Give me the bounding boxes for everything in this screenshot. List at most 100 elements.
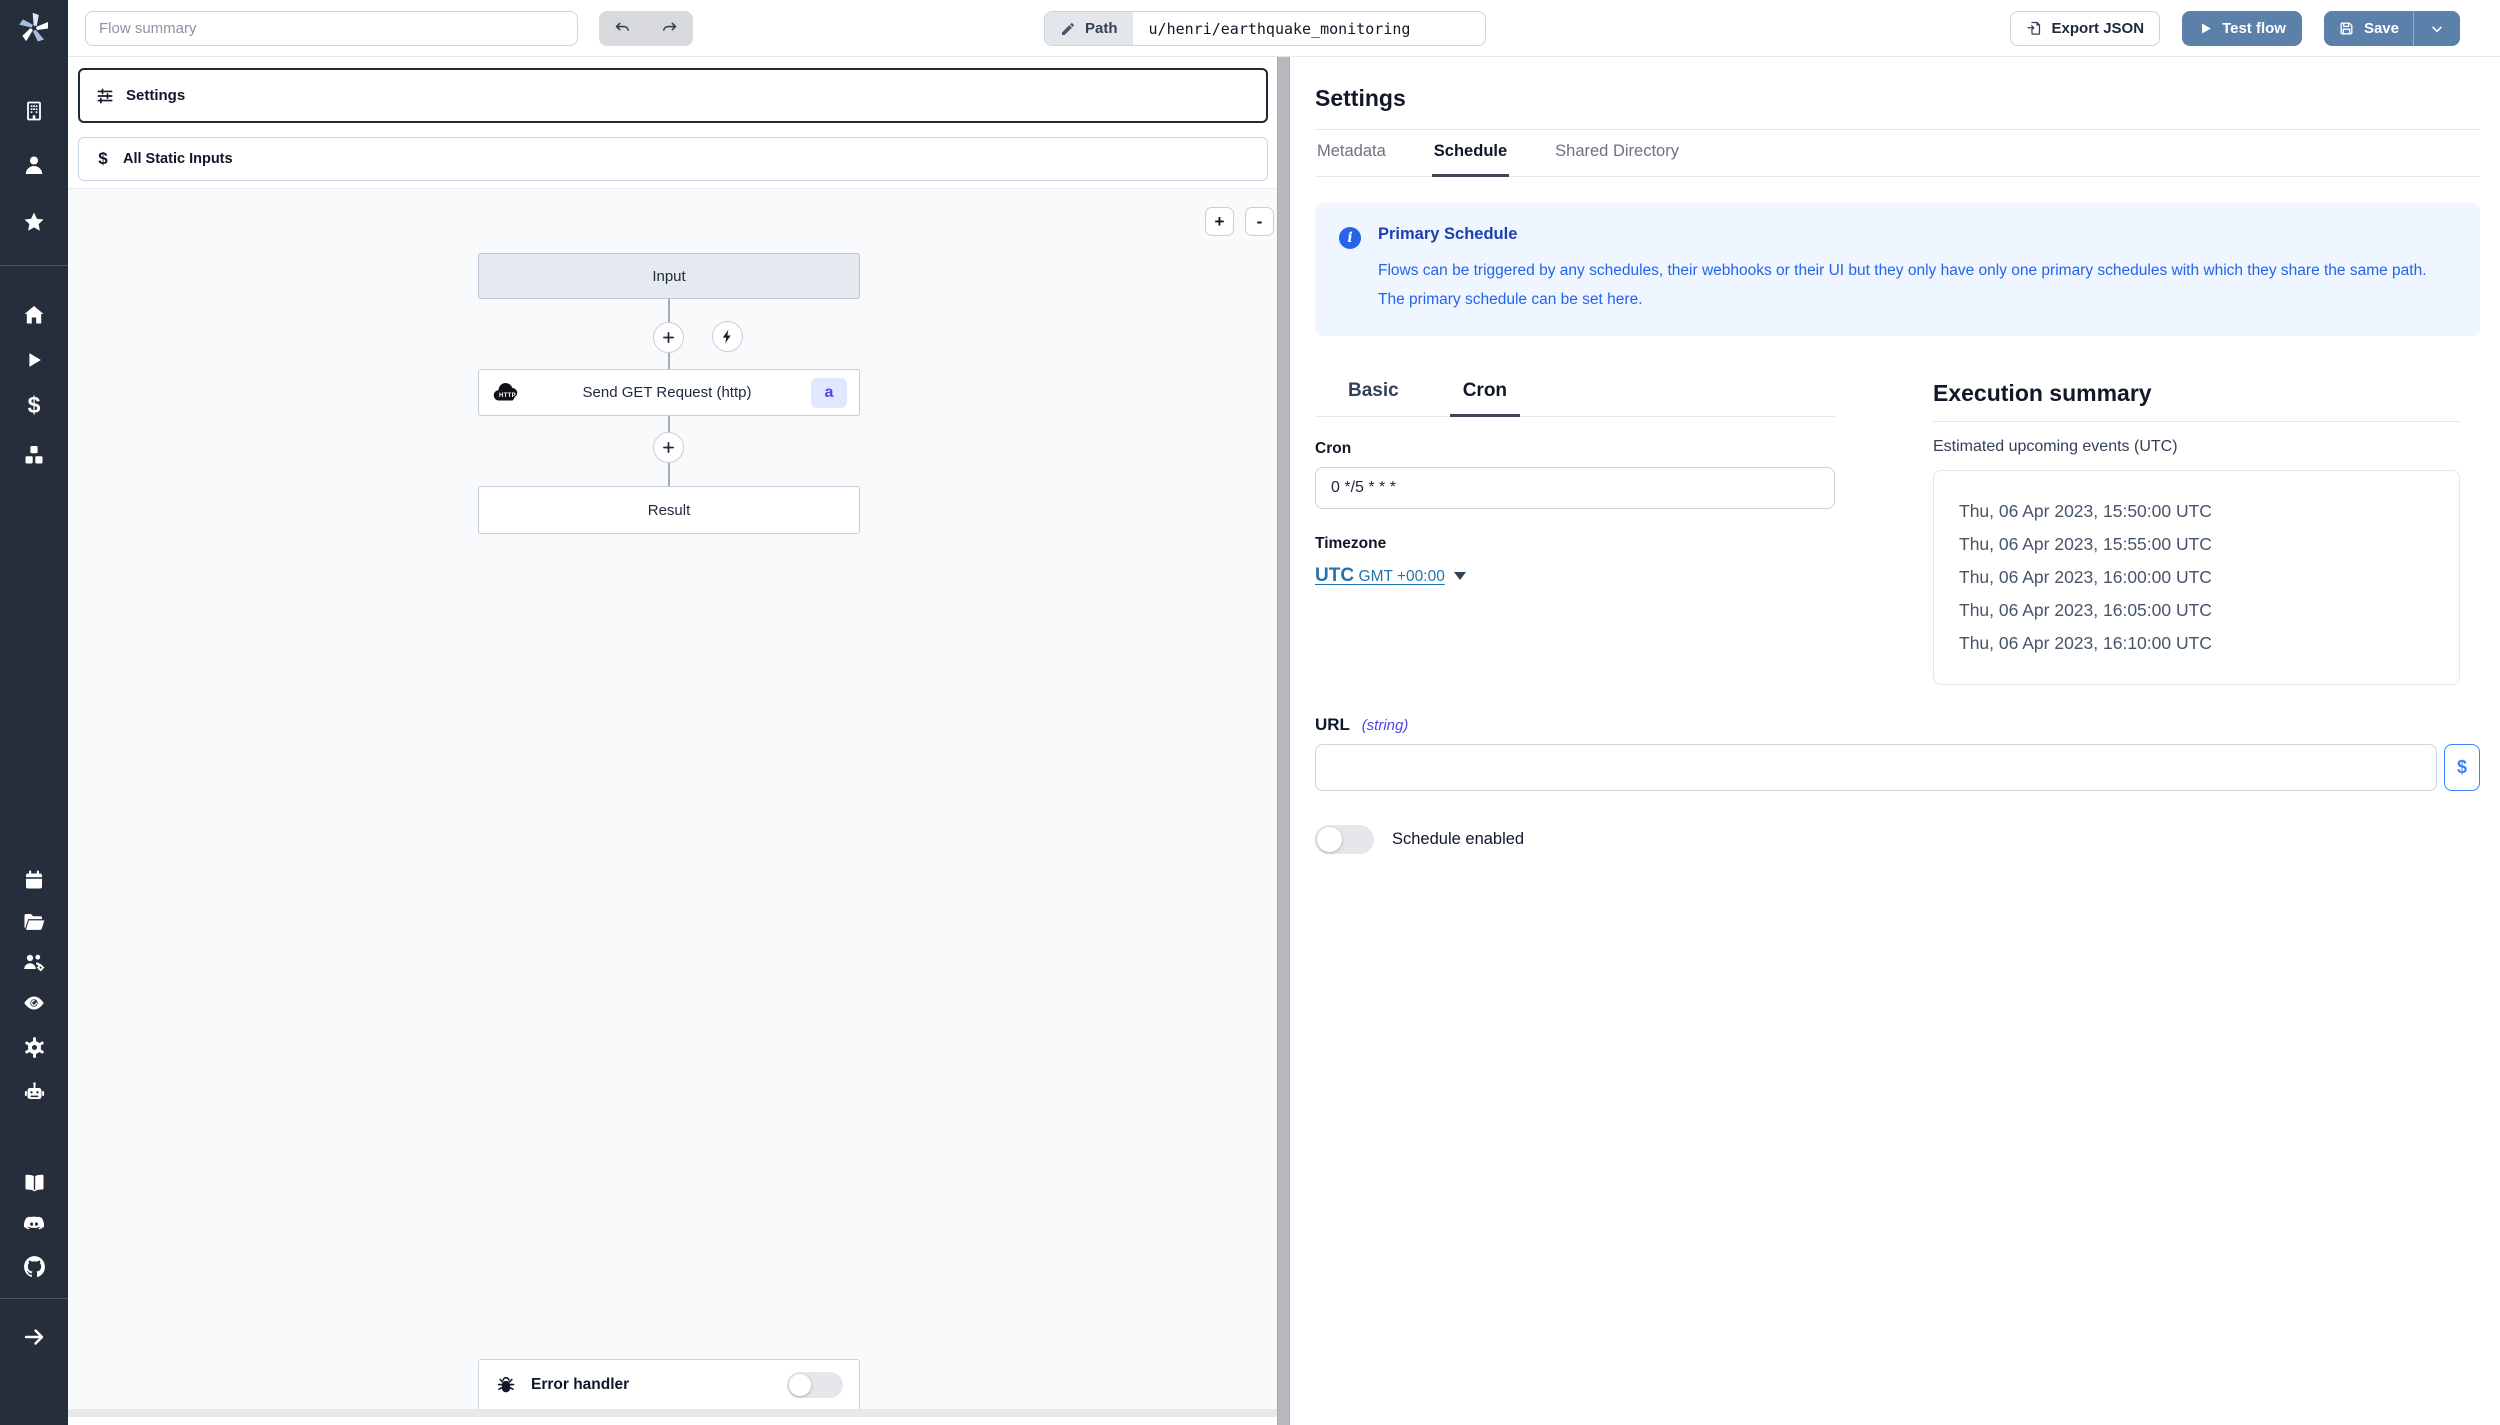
export-json-button[interactable]: Export JSON — [2010, 11, 2161, 46]
timezone-value: UTC — [1315, 565, 1354, 586]
add-step-button-1[interactable] — [653, 322, 684, 353]
event-line: Thu, 06 Apr 2023, 16:05:00 UTC — [1959, 594, 2449, 627]
canvas-bottom-scrollbar[interactable] — [68, 1409, 1277, 1417]
tab-shared-directory[interactable]: Shared Directory — [1553, 130, 1681, 176]
star-icon[interactable] — [21, 209, 47, 235]
url-input-row: $ — [1315, 744, 2480, 791]
calendar-schedules-icon[interactable] — [21, 867, 47, 893]
redo-button[interactable] — [646, 11, 693, 46]
tab-cron[interactable]: Cron — [1450, 380, 1520, 417]
save-icon — [2338, 20, 2355, 37]
chevron-down-icon — [2429, 21, 2445, 37]
all-static-inputs-label: All Static Inputs — [123, 151, 233, 167]
dollar-variables-icon[interactable]: $ — [21, 392, 47, 418]
step-id-badge: a — [811, 378, 847, 408]
save-dropdown-button[interactable] — [2414, 11, 2460, 46]
sidebar: $ — [0, 0, 68, 1425]
path-value[interactable]: u/henri/earthquake_monitoring — [1133, 12, 1485, 45]
flow-node-input[interactable]: Input — [478, 253, 860, 299]
http-cloud-icon: HTTP — [491, 381, 523, 405]
eye-audit-icon[interactable] — [21, 990, 47, 1016]
play-runs-icon[interactable] — [21, 347, 47, 373]
topbar-actions: Export JSON Test flow Save — [2010, 11, 2460, 46]
users-gear-groups-icon[interactable] — [21, 949, 47, 975]
panel-splitter[interactable] — [1277, 57, 1290, 1425]
undo-button[interactable] — [599, 11, 646, 46]
info-title: Primary Schedule — [1378, 225, 2456, 244]
url-label: URL — [1315, 715, 1350, 734]
flow-summary-input[interactable] — [85, 11, 578, 46]
user-icon[interactable] — [21, 152, 47, 178]
cron-input[interactable] — [1315, 467, 1835, 509]
undo-icon — [613, 19, 632, 38]
path-edit-button[interactable]: Path — [1045, 12, 1133, 45]
folder-icon[interactable] — [21, 909, 47, 935]
flow-node-result[interactable]: Result — [478, 486, 860, 534]
timezone-label: Timezone — [1315, 535, 1835, 553]
schedule-enabled-row: Schedule enabled — [1315, 825, 2480, 854]
undo-redo-group — [599, 11, 693, 46]
schedule-enabled-label: Schedule enabled — [1392, 830, 1524, 849]
save-label: Save — [2364, 20, 2399, 37]
zoom-in-button[interactable]: + — [1205, 207, 1234, 236]
error-handler-item[interactable]: Error handler — [478, 1359, 860, 1411]
error-handler-label: Error handler — [531, 1376, 773, 1394]
sliders-icon — [95, 86, 115, 106]
save-button[interactable]: Save — [2324, 11, 2413, 46]
windmill-logo-icon[interactable] — [17, 11, 51, 45]
timezone-select[interactable]: UTC GMT +00:00 — [1315, 565, 1466, 587]
plus-icon — [660, 439, 677, 456]
flow-settings-label: Settings — [126, 87, 185, 104]
flow-settings-item[interactable]: Settings — [78, 68, 1268, 123]
info-body: Flows can be triggered by any schedules,… — [1378, 257, 2456, 314]
timezone-offset: GMT +00:00 — [1359, 568, 1445, 585]
sidebar-divider — [0, 265, 68, 266]
add-trigger-button[interactable] — [712, 321, 743, 352]
export-json-label: Export JSON — [2052, 20, 2145, 37]
event-line: Thu, 06 Apr 2023, 15:50:00 UTC — [1959, 495, 2449, 528]
robot-icon[interactable] — [21, 1079, 47, 1105]
error-handler-toggle[interactable] — [787, 1372, 843, 1398]
building-icon[interactable] — [21, 98, 47, 124]
event-line: Thu, 06 Apr 2023, 16:10:00 UTC — [1959, 627, 2449, 660]
event-line: Thu, 06 Apr 2023, 15:55:00 UTC — [1959, 528, 2449, 561]
path-label: Path — [1085, 20, 1118, 37]
test-flow-button[interactable]: Test flow — [2182, 11, 2302, 46]
pencil-icon — [1060, 21, 1076, 37]
tab-basic[interactable]: Basic — [1335, 380, 1412, 416]
gear-settings-icon[interactable] — [21, 1034, 47, 1060]
schedule-enabled-toggle[interactable] — [1315, 825, 1374, 854]
execution-summary-subtitle: Estimated upcoming events (UTC) — [1933, 438, 2460, 456]
cron-label: Cron — [1315, 440, 1835, 458]
toggle-knob — [789, 1374, 811, 1396]
tab-schedule[interactable]: Schedule — [1432, 130, 1509, 177]
zoom-out-button[interactable]: - — [1245, 207, 1274, 236]
event-line: Thu, 06 Apr 2023, 16:00:00 UTC — [1959, 561, 2449, 594]
url-field-header: URL (string) — [1315, 715, 2480, 735]
upcoming-events-box: Thu, 06 Apr 2023, 15:50:00 UTC Thu, 06 A… — [1933, 470, 2460, 685]
url-input[interactable] — [1315, 744, 2437, 791]
book-docs-icon[interactable] — [21, 1170, 47, 1196]
url-type-hint: (string) — [1362, 717, 1409, 734]
cubes-resources-icon[interactable] — [21, 442, 47, 468]
schedule-editor-column: Basic Cron Cron Timezone UTC GMT +00:00 — [1315, 380, 1835, 685]
flow-graph-canvas[interactable]: + - Input HTTP Send G — [68, 188, 1277, 1417]
schedule-columns: Basic Cron Cron Timezone UTC GMT +00:00 … — [1315, 380, 2480, 685]
github-icon[interactable] — [21, 1253, 47, 1279]
divider — [1933, 421, 2460, 422]
save-split-button: Save — [2324, 11, 2460, 46]
toggle-knob — [1317, 827, 1342, 852]
discord-icon[interactable] — [21, 1211, 47, 1237]
home-icon[interactable] — [21, 302, 47, 328]
arrow-right-expand-icon[interactable] — [21, 1324, 47, 1350]
info-icon: i — [1339, 227, 1361, 249]
flow-node-step[interactable]: HTTP Send GET Request (http) a — [478, 369, 860, 416]
insert-variable-button[interactable]: $ — [2444, 744, 2480, 791]
primary-schedule-info-box: i Primary Schedule Flows can be triggere… — [1315, 203, 2480, 336]
add-step-button-2[interactable] — [653, 432, 684, 463]
all-static-inputs-item[interactable]: $ All Static Inputs — [78, 137, 1268, 181]
execution-summary-title: Execution summary — [1933, 380, 2460, 407]
tab-metadata[interactable]: Metadata — [1315, 130, 1388, 176]
settings-panel: Settings Metadata Schedule Shared Direct… — [1290, 57, 2500, 1425]
schedule-mode-tabs: Basic Cron — [1315, 380, 1835, 417]
